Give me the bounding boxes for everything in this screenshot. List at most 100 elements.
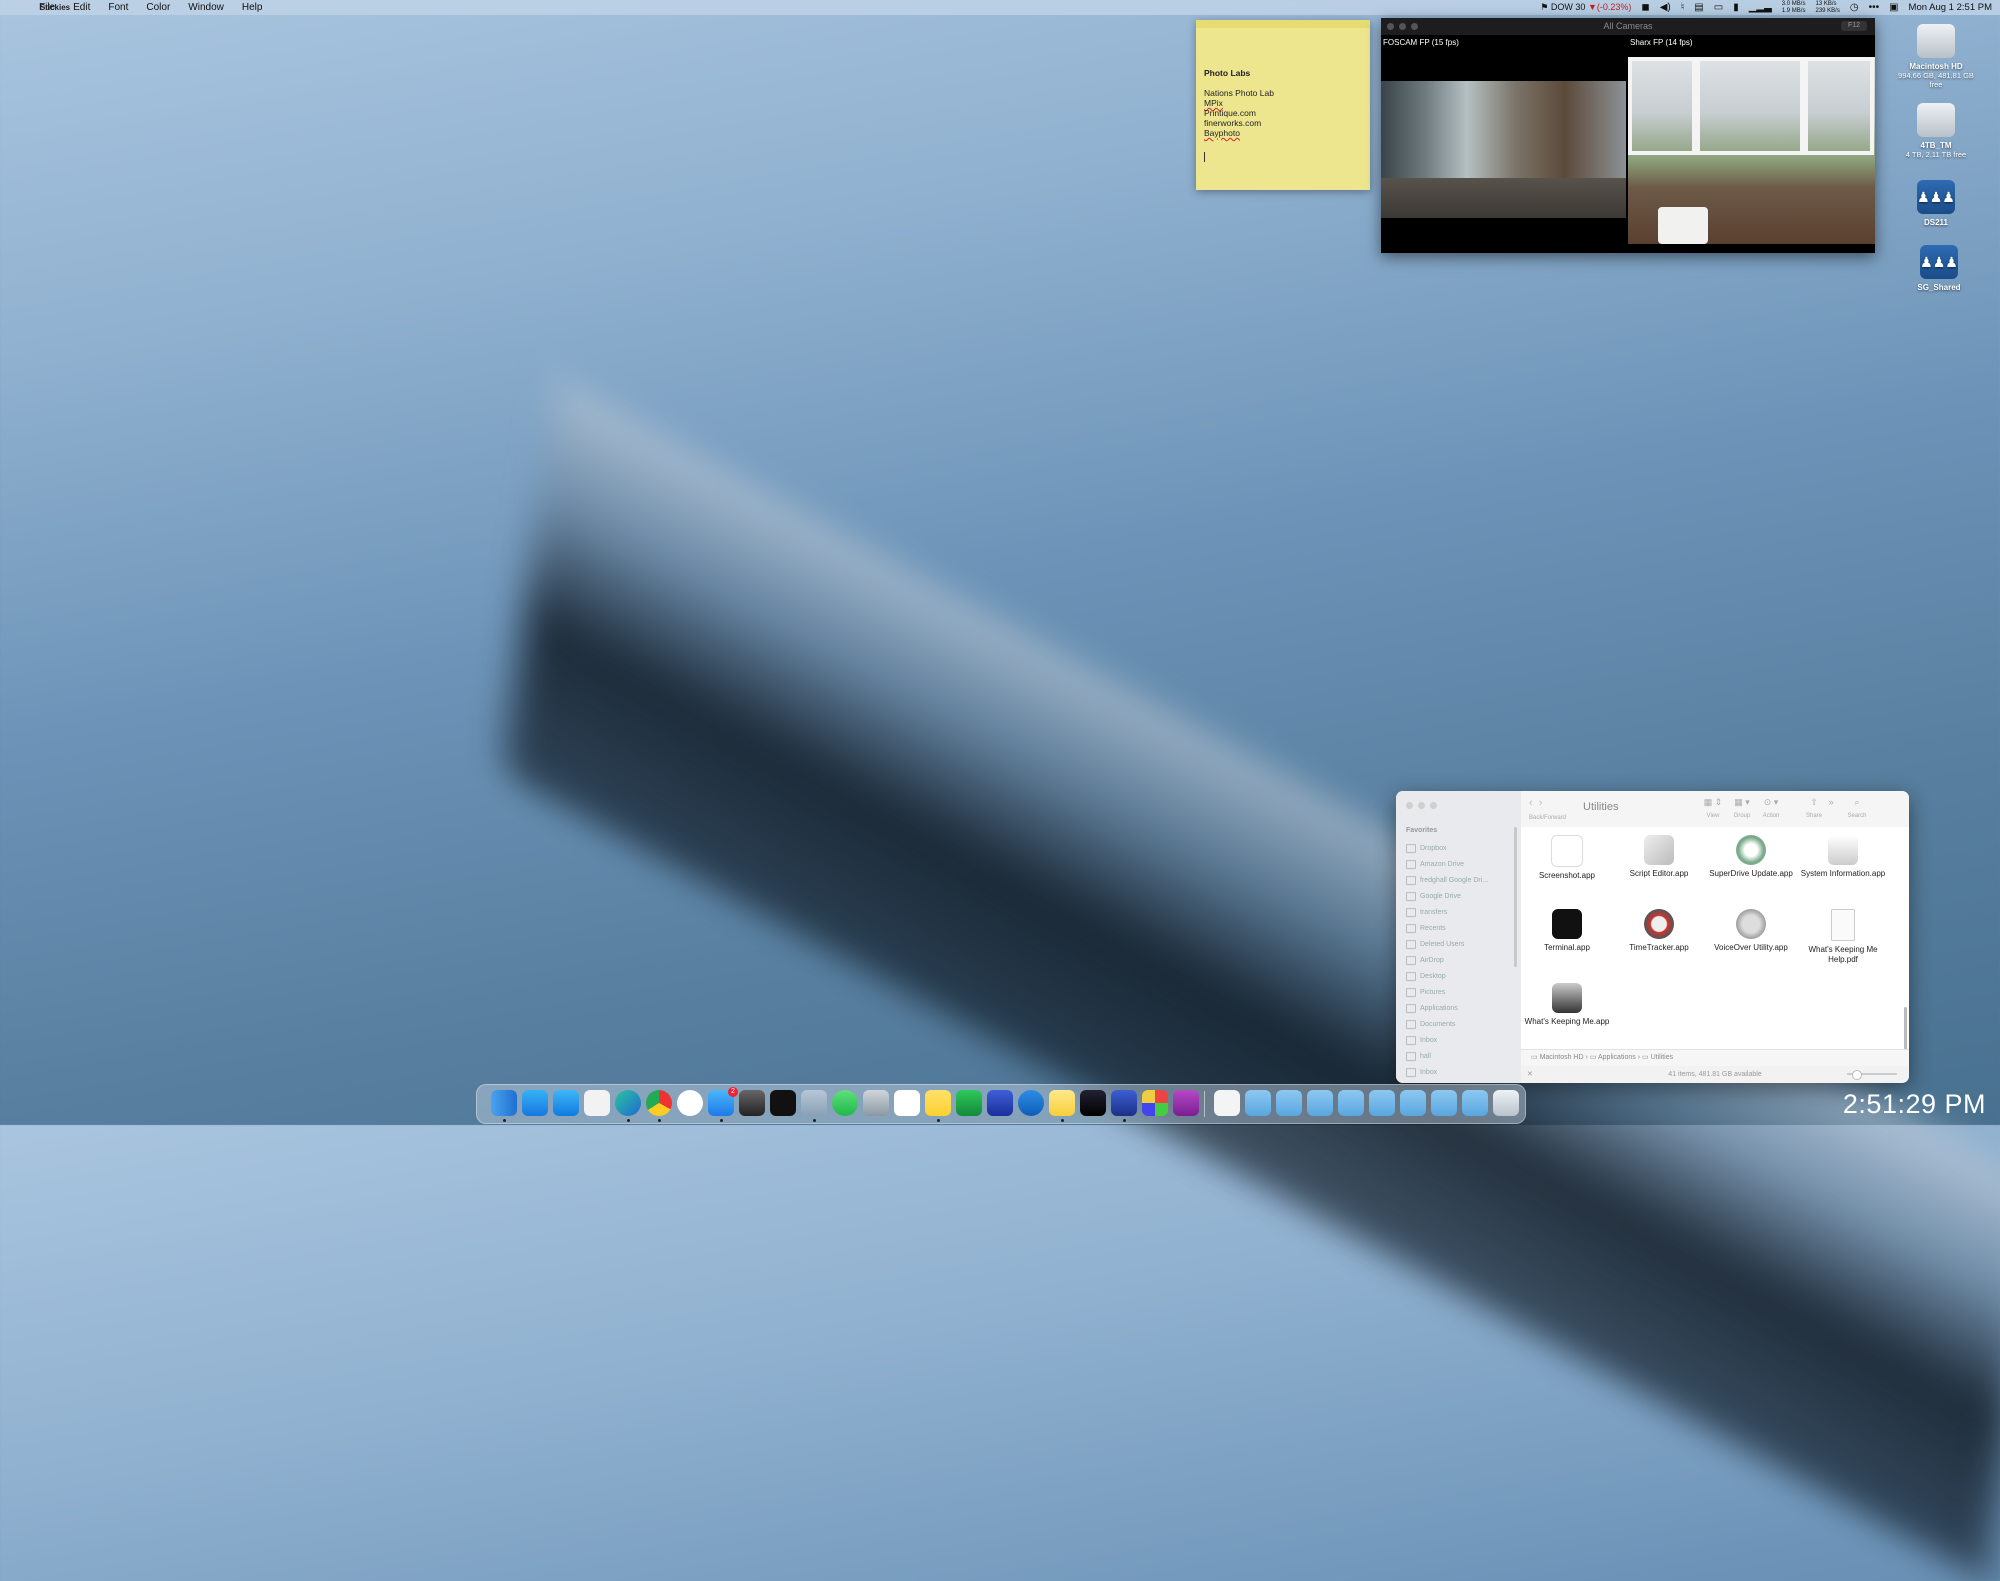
sidebar-item[interactable]: Documents: [1406, 1016, 1488, 1032]
path-segment[interactable]: Macintosh HD: [1540, 1054, 1584, 1061]
minimize-button[interactable]: [1399, 23, 1406, 30]
document-icon[interactable]: [1214, 1090, 1240, 1116]
time-machine-icon[interactable]: ◷: [1850, 2, 1859, 13]
app-store-icon[interactable]: [522, 1090, 548, 1116]
desktop-icon-4tb-tm[interactable]: 4TB_TM 4 TB, 2.11 TB free: [1891, 103, 1981, 159]
close-button[interactable]: [1387, 23, 1394, 30]
stickies-icon[interactable]: [1049, 1090, 1075, 1116]
trash-icon[interactable]: [1493, 1090, 1519, 1116]
clock-icon[interactable]: [677, 1090, 703, 1116]
back-forward-buttons[interactable]: ‹ ›: [1529, 797, 1542, 809]
onenote-icon[interactable]: [1173, 1090, 1199, 1116]
chrome-icon[interactable]: [646, 1090, 672, 1116]
bitwarden-icon[interactable]: [1111, 1090, 1137, 1116]
sidebar-item[interactable]: Applications: [1406, 1000, 1488, 1016]
menu-window[interactable]: Window: [179, 2, 233, 13]
file-item[interactable]: What's Keeping Me Help.pdf: [1797, 909, 1889, 965]
menu-color[interactable]: Color: [137, 2, 179, 13]
textedit-icon[interactable]: [584, 1090, 610, 1116]
display-icon[interactable]: ▭: [1714, 2, 1723, 13]
office-icon[interactable]: [1142, 1090, 1168, 1116]
more-toolbar-button[interactable]: »: [1823, 797, 1839, 807]
cameras-title-bar[interactable]: All Cameras F12: [1381, 18, 1875, 35]
menubar-clock[interactable]: Mon Aug 1 2:51 PM: [1909, 2, 1992, 13]
finder-icon[interactable]: [491, 1090, 517, 1116]
file-item[interactable]: What's Keeping Me.app: [1521, 983, 1613, 1027]
graph-icon[interactable]: ▁▂▃: [1749, 2, 1772, 13]
cameras-badge[interactable]: F12: [1841, 21, 1867, 31]
documents-folder-icon[interactable]: [1369, 1090, 1395, 1116]
sticky-content[interactable]: Photo Labs Nations Photo Lab MPix Printi…: [1196, 28, 1370, 162]
sidebar-item[interactable]: Amazon Drive: [1406, 856, 1488, 872]
sidebar-item[interactable]: Inbox: [1406, 1032, 1488, 1048]
sidebar-item[interactable]: Pictures: [1406, 984, 1488, 1000]
folder-icon[interactable]: [1276, 1090, 1302, 1116]
icloud-icon[interactable]: [553, 1090, 579, 1116]
mail-icon[interactable]: 2: [708, 1087, 738, 1116]
photos-viewer-icon[interactable]: [739, 1090, 765, 1116]
more-icon[interactable]: •••: [1869, 2, 1880, 13]
home-folder-icon[interactable]: [1307, 1090, 1333, 1116]
disk-speed[interactable]: 13 KB/s 239 KB/s: [1815, 1, 1839, 15]
desktop-icon-macintosh-hd[interactable]: Macintosh HD 994.66 GB, 481.81 GB free: [1891, 24, 1981, 89]
control-center-icon[interactable]: ▣: [1889, 2, 1898, 13]
sticky-note[interactable]: Photo Labs Nations Photo Lab MPix Printi…: [1196, 20, 1370, 190]
reminders-icon[interactable]: [894, 1090, 920, 1116]
volume-icon[interactable]: ◀): [1660, 2, 1671, 13]
numbers-icon[interactable]: [956, 1090, 982, 1116]
minimize-button[interactable]: [1418, 802, 1425, 809]
messages-icon[interactable]: [832, 1090, 858, 1116]
search-button[interactable]: ⌕ Search: [1839, 797, 1875, 819]
desktop-icon-sg-shared[interactable]: ♟♟♟ SG_Shared: [1894, 245, 1984, 292]
camera1-feed[interactable]: [1381, 81, 1626, 218]
chevron-left-icon[interactable]: ‹: [1529, 797, 1533, 809]
chevron-right-icon[interactable]: ›: [1539, 797, 1543, 809]
stock-ticker[interactable]: ⚑ DOW 30 ▼(-0.23%): [1540, 2, 1631, 13]
folder-icon[interactable]: [1338, 1090, 1364, 1116]
close-button[interactable]: [1406, 802, 1413, 809]
sidebar-item[interactable]: Google Drive: [1406, 888, 1488, 904]
file-item[interactable]: VoiceOver Utility.app: [1705, 909, 1797, 953]
file-item[interactable]: TimeTracker.app: [1613, 909, 1705, 953]
memory-icon[interactable]: ▮: [1733, 2, 1739, 13]
onedrive-icon[interactable]: [1018, 1090, 1044, 1116]
file-item[interactable]: Screenshot.app: [1521, 835, 1613, 881]
sidebar-item[interactable]: transfers: [1406, 904, 1488, 920]
sticky-title-bar[interactable]: [1196, 20, 1370, 28]
file-item[interactable]: SuperDrive Update.app: [1705, 835, 1797, 879]
media-player-icon[interactable]: [1080, 1090, 1106, 1116]
sidebar-item[interactable]: Deleted Users: [1406, 936, 1488, 952]
sidebar-item[interactable]: fredghall Google Dri...: [1406, 872, 1488, 888]
sidebar-item[interactable]: AirDrop: [1406, 952, 1488, 968]
shortcut-icon[interactable]: ◼: [1641, 2, 1649, 13]
menu-app-name[interactable]: Stickies: [0, 3, 110, 13]
desktop-icon-ds211[interactable]: ♟♟♟ DS211: [1891, 180, 1981, 227]
sidebar-scrollbar[interactable]: [1514, 827, 1517, 967]
action-button[interactable]: ⊙ ▾ Action: [1753, 797, 1789, 819]
file-item[interactable]: Terminal.app: [1521, 909, 1613, 953]
path-segment[interactable]: Utilities: [1651, 1054, 1674, 1061]
file-item[interactable]: System Information.app: [1797, 835, 1889, 879]
camera2-feed[interactable]: [1628, 57, 1875, 244]
notes-icon[interactable]: [925, 1090, 951, 1116]
file-item[interactable]: Script Editor.app: [1613, 835, 1705, 879]
downloads-folder-icon[interactable]: [1431, 1090, 1457, 1116]
printer-icon[interactable]: [987, 1090, 1013, 1116]
menu-help[interactable]: Help: [233, 2, 272, 13]
magnifier-icon[interactable]: [863, 1090, 889, 1116]
sidebar-item[interactable]: Recents: [1406, 920, 1488, 936]
zoom-button[interactable]: [1411, 23, 1418, 30]
terminal-icon[interactable]: [770, 1090, 796, 1116]
network-speed[interactable]: 3.0 MB/s 1.9 MB/s: [1782, 1, 1806, 15]
path-segment[interactable]: Applications: [1598, 1054, 1636, 1061]
zoom-button[interactable]: [1430, 802, 1437, 809]
sidebar-item[interactable]: Desktop: [1406, 968, 1488, 984]
folder-icon[interactable]: [1245, 1090, 1271, 1116]
cameras-window[interactable]: All Cameras F12 FOSCAM FP (15 fps) Sharx…: [1381, 18, 1875, 253]
close-icon[interactable]: ✕: [1527, 1066, 1533, 1083]
sidebar-item[interactable]: hall: [1406, 1048, 1488, 1064]
microphone-icon[interactable]: ♮: [1681, 2, 1685, 13]
edge-icon[interactable]: [615, 1090, 641, 1116]
slider-knob[interactable]: [1852, 1070, 1862, 1080]
preview-icon[interactable]: [801, 1090, 827, 1116]
